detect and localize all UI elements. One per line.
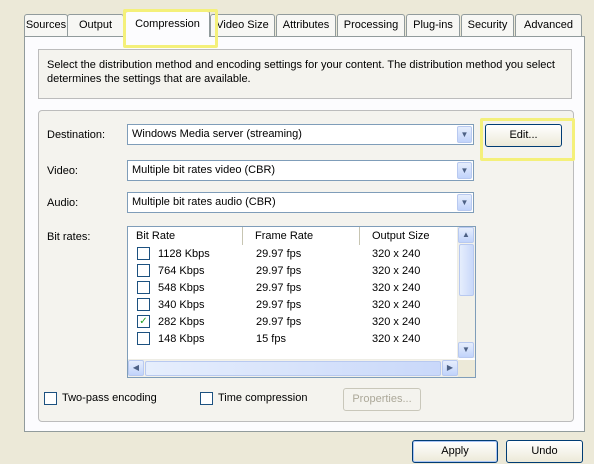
- audio-value: Multiple bit rates audio (CBR): [132, 196, 276, 208]
- frame-rate-value: 29.97 fps: [256, 265, 302, 277]
- output-size-value: 320 x 240: [372, 316, 421, 328]
- destination-select[interactable]: Windows Media server (streaming) ▼: [127, 124, 474, 145]
- bitrate-checkbox[interactable]: [137, 332, 150, 345]
- list-item[interactable]: 548 Kbps 29.97 fps 320 x 240: [128, 280, 458, 296]
- list-item[interactable]: 764 Kbps 29.97 fps 320 x 240: [128, 263, 458, 279]
- bitrate-checkbox-checked[interactable]: ✓: [137, 315, 150, 328]
- two-pass-label: Two-pass encoding: [62, 392, 157, 404]
- two-pass-checkbox[interactable]: [44, 392, 57, 405]
- column-header-frame-rate[interactable]: Frame Rate: [243, 227, 360, 245]
- bitrate-value: 1128 Kbps: [158, 248, 210, 260]
- edit-button[interactable]: Edit...: [485, 124, 562, 147]
- video-value: Multiple bit rates video (CBR): [132, 164, 276, 176]
- time-compression-checkbox[interactable]: [200, 392, 213, 405]
- tab-plug-ins[interactable]: Plug-ins: [406, 14, 460, 36]
- chevron-down-icon[interactable]: ▼: [457, 194, 472, 211]
- frame-rate-value: 29.97 fps: [256, 248, 302, 260]
- bitrate-checkbox[interactable]: [137, 247, 150, 260]
- bitrate-value: 548 Kbps: [158, 282, 205, 294]
- tab-attributes[interactable]: Attributes: [276, 14, 336, 36]
- list-item[interactable]: 1128 Kbps 29.97 fps 320 x 240: [128, 246, 458, 262]
- list-item[interactable]: 340 Kbps 29.97 fps 320 x 240: [128, 297, 458, 313]
- scroll-left-icon[interactable]: ◀: [128, 360, 144, 376]
- output-size-value: 320 x 240: [372, 333, 421, 345]
- scroll-right-icon[interactable]: ▶: [442, 360, 458, 376]
- scroll-up-icon[interactable]: ▲: [458, 227, 474, 243]
- bitrate-value: 764 Kbps: [158, 265, 205, 277]
- scroll-down-icon[interactable]: ▼: [458, 342, 474, 358]
- tab-processing[interactable]: Processing: [337, 14, 405, 36]
- scrollbar-thumb[interactable]: [459, 244, 474, 296]
- frame-rate-value: 29.97 fps: [256, 316, 302, 328]
- tab-advanced[interactable]: Advanced: [515, 14, 582, 36]
- destination-label: Destination:: [47, 129, 106, 141]
- undo-button[interactable]: Undo: [506, 440, 583, 463]
- chevron-down-icon[interactable]: ▼: [457, 162, 472, 179]
- horizontal-scrollbar[interactable]: ◀ ▶: [128, 359, 458, 377]
- bitrate-checkbox[interactable]: [137, 298, 150, 311]
- scrollbar-thumb[interactable]: [145, 361, 441, 376]
- scroll-corner: [458, 360, 475, 377]
- apply-button[interactable]: Apply: [412, 440, 498, 463]
- video-label: Video:: [47, 165, 78, 177]
- tab-video-size[interactable]: Video Size: [210, 14, 275, 36]
- description-text: Select the distribution method and encod…: [38, 49, 572, 99]
- tab-output[interactable]: Output: [67, 14, 124, 36]
- tab-security[interactable]: Security: [461, 14, 514, 36]
- output-size-value: 320 x 240: [372, 265, 421, 277]
- destination-value: Windows Media server (streaming): [132, 128, 302, 140]
- list-item[interactable]: ✓ 282 Kbps 29.97 fps 320 x 240: [128, 314, 458, 330]
- bitrates-list[interactable]: Bit Rate Frame Rate Output Size 1128 Kbp…: [127, 226, 476, 378]
- bitrate-value: 148 Kbps: [158, 333, 205, 345]
- bitrate-checkbox[interactable]: [137, 281, 150, 294]
- video-select[interactable]: Multiple bit rates video (CBR) ▼: [127, 160, 474, 181]
- column-header-output-size[interactable]: Output Size: [360, 227, 458, 245]
- bitrate-value: 282 Kbps: [158, 316, 205, 328]
- bitrate-value: 340 Kbps: [158, 299, 205, 311]
- bitrates-label: Bit rates:: [47, 231, 91, 243]
- column-header-bit-rate[interactable]: Bit Rate: [128, 227, 243, 245]
- frame-rate-value: 15 fps: [256, 333, 286, 345]
- list-item[interactable]: 148 Kbps 15 fps 320 x 240: [128, 331, 458, 347]
- tab-sources[interactable]: Sources: [24, 14, 68, 36]
- chevron-down-icon[interactable]: ▼: [457, 126, 472, 143]
- output-size-value: 320 x 240: [372, 299, 421, 311]
- audio-select[interactable]: Multiple bit rates audio (CBR) ▼: [127, 192, 474, 213]
- audio-label: Audio:: [47, 197, 79, 209]
- output-size-value: 320 x 240: [372, 248, 421, 260]
- properties-button[interactable]: Properties...: [343, 388, 421, 411]
- frame-rate-value: 29.97 fps: [256, 299, 302, 311]
- tab-compression[interactable]: Compression: [125, 10, 210, 37]
- output-size-value: 320 x 240: [372, 282, 421, 294]
- frame-rate-value: 29.97 fps: [256, 282, 302, 294]
- time-compression-label: Time compression: [218, 392, 308, 404]
- bitrate-checkbox[interactable]: [137, 264, 150, 277]
- vertical-scrollbar[interactable]: ▲ ▼: [457, 227, 475, 358]
